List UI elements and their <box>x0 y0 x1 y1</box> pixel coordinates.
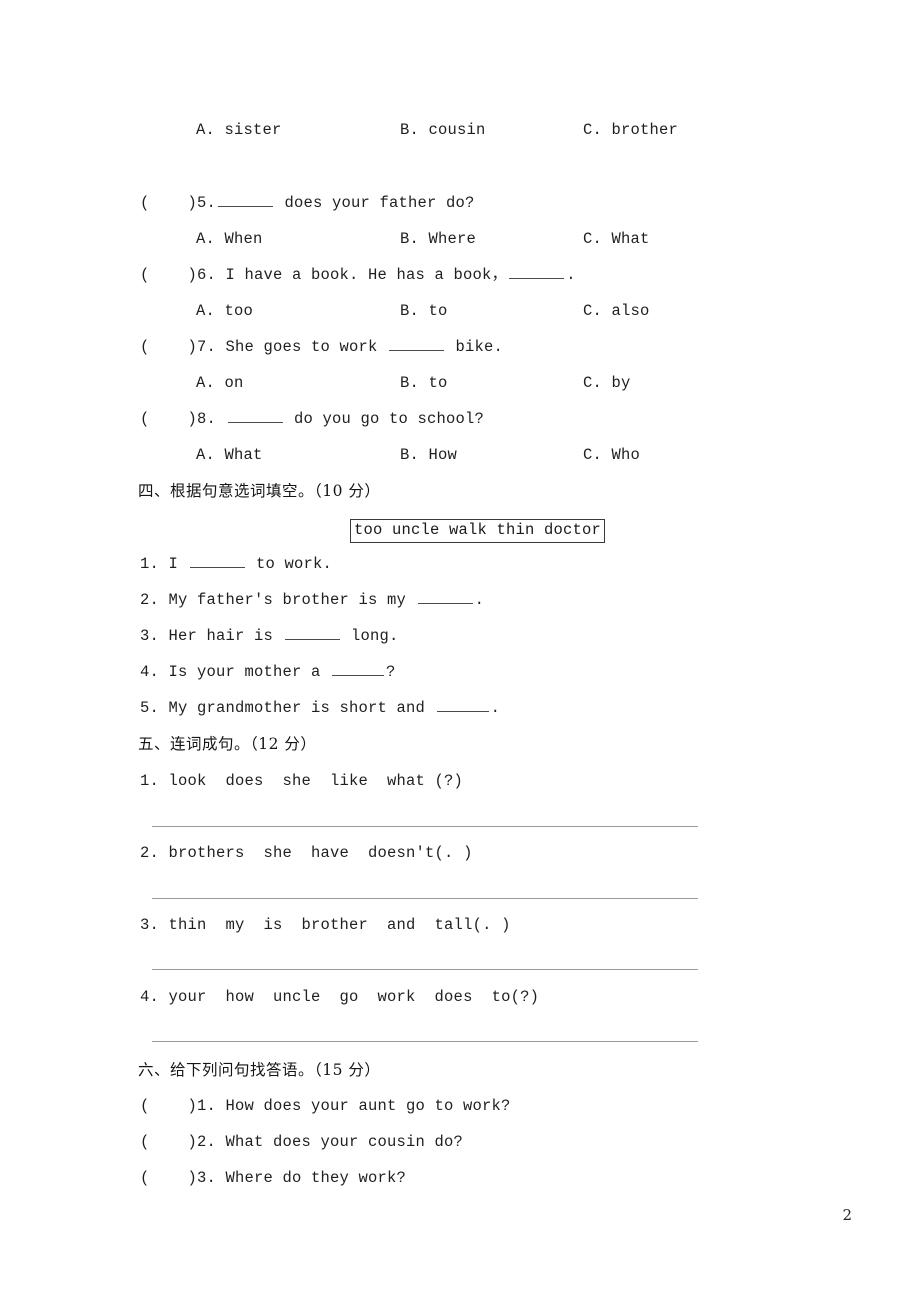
section-five-answer-line-3[interactable] <box>152 969 698 970</box>
item-text: thin my is brother and tall(. ) <box>159 916 511 934</box>
section-six-item-3: ( )3. Where do they work? <box>140 1168 406 1188</box>
question-8-option-c[interactable]: C. Who <box>583 445 640 465</box>
question-7-option-c[interactable]: C. by <box>583 373 631 393</box>
section-four-heading: 四、根据句意选词填空。（10 分） <box>138 482 381 500</box>
exam-page: A. sister B. cousin C. brother ( )5. doe… <box>0 0 920 1302</box>
section-five-item-1: 1. look does she like what (?) <box>140 771 463 791</box>
item-text-after: long. <box>341 627 399 645</box>
question-6-stem-before: I have a book. He has a book， <box>216 266 508 284</box>
question-6-marker: ( )6. <box>140 266 217 284</box>
question-5-option-a[interactable]: A. When <box>196 229 263 249</box>
item-text: your how uncle go work does to(?) <box>159 988 540 1006</box>
item-text: How does your aunt go to work? <box>216 1097 511 1115</box>
question-7-marker: ( )7. <box>140 338 217 356</box>
item-number: 5. <box>140 699 160 717</box>
question-8-stem-after: do you go to school? <box>284 410 485 428</box>
question-8-stem-before <box>216 410 226 428</box>
section-four-item-5: 5. My grandmother is short and . <box>140 698 500 718</box>
item-text-before: I <box>159 555 188 573</box>
option-c-carryover: C. brother <box>583 121 679 139</box>
question-5-blank[interactable] <box>218 193 274 207</box>
section-five-heading: 五、连词成句。（12 分） <box>138 735 317 753</box>
item-marker: ( )2. <box>140 1133 217 1151</box>
section-four-item-2: 2. My father's brother is my . <box>140 590 484 610</box>
question-5-option-b[interactable]: B. Where <box>400 229 476 249</box>
item-number: 1. <box>140 555 160 573</box>
section-five-item-2: 2. brothers she have doesn't(. ) <box>140 843 473 863</box>
question-7-stem-after: bike. <box>446 338 504 356</box>
option-a-carryover: A. sister <box>196 121 282 139</box>
item-text-before: Her hair is <box>159 627 283 645</box>
question-6-stem-after: . <box>566 266 576 284</box>
section-four-item-3: 3. Her hair is long. <box>140 626 399 646</box>
item-number: 2. <box>140 591 160 609</box>
section-five-answer-line-4[interactable] <box>152 1041 698 1042</box>
section-four-blank-4[interactable] <box>332 662 385 676</box>
item-number: 4. <box>140 988 160 1006</box>
item-number: 4. <box>140 663 160 681</box>
section-six-heading: 六、给下列问句找答语。（15 分） <box>138 1061 381 1079</box>
section-six-item-2: ( )2. What does your cousin do? <box>140 1132 463 1152</box>
item-number: 2. <box>140 844 160 862</box>
section-six-item-1: ( )1. How does your aunt go to work? <box>140 1096 511 1116</box>
section-four-blank-1[interactable] <box>189 554 245 568</box>
question-8-blank[interactable] <box>227 409 283 423</box>
item-text-before: My grandmother is short and <box>159 699 435 717</box>
question-5: ( )5. does your father do? <box>140 193 475 213</box>
question-7-stem-before: She goes to work <box>216 338 388 356</box>
item-text: look does she like what (?) <box>159 772 464 790</box>
question-7-option-b[interactable]: B. to <box>400 373 448 393</box>
item-text-before: Is your mother a <box>159 663 331 681</box>
question-6-option-c[interactable]: C. also <box>583 301 650 321</box>
section-five-answer-line-1[interactable] <box>152 826 698 827</box>
section-five-answer-line-2[interactable] <box>152 898 698 899</box>
section-four-item-4: 4. Is your mother a ? <box>140 662 396 682</box>
word-bank-box: too uncle walk thin doctor <box>350 519 606 543</box>
item-text-after: . <box>490 699 501 717</box>
question-5-option-c[interactable]: C. What <box>583 229 650 249</box>
section-four-item-1: 1. I to work. <box>140 554 332 574</box>
item-number: 1. <box>140 772 160 790</box>
section-four-blank-5[interactable] <box>436 698 489 712</box>
option-b-carryover: B. cousin <box>400 121 486 139</box>
item-marker: ( )1. <box>140 1097 217 1115</box>
page-number: 2 <box>842 1206 852 1224</box>
item-text: What does your cousin do? <box>216 1133 464 1151</box>
item-number: 3. <box>140 627 160 645</box>
question-6-blank[interactable] <box>509 265 565 279</box>
question-8-option-b[interactable]: B. How <box>400 445 457 465</box>
question-7-option-a[interactable]: A. on <box>196 373 244 393</box>
question-5-stem-after: does your father do? <box>275 194 475 212</box>
section-five-item-3: 3. thin my is brother and tall(. ) <box>140 915 511 935</box>
question-5-marker: ( )5. <box>140 194 217 212</box>
item-number: 3. <box>140 916 160 934</box>
item-text-after: ? <box>386 663 396 681</box>
item-text-after: . <box>474 591 485 609</box>
question-8-marker: ( )8. <box>140 410 217 428</box>
item-marker: ( )3. <box>140 1169 217 1187</box>
section-four-blank-3[interactable] <box>284 626 340 640</box>
item-text: brothers she have doesn't(. ) <box>159 844 473 862</box>
item-text: Where do they work? <box>216 1169 407 1187</box>
section-five-item-4: 4. your how uncle go work does to(?) <box>140 987 539 1007</box>
question-7: ( )7. She goes to work bike. <box>140 337 503 357</box>
section-four-blank-2[interactable] <box>417 590 473 604</box>
question-6-option-b[interactable]: B. to <box>400 301 448 321</box>
question-8-option-a[interactable]: A. What <box>196 445 263 465</box>
question-8: ( )8. do you go to school? <box>140 409 484 429</box>
question-6-option-a[interactable]: A. too <box>196 301 253 321</box>
item-text-before: My father's brother is my <box>159 591 416 609</box>
item-text-after: to work. <box>246 555 333 573</box>
question-7-blank[interactable] <box>389 337 445 351</box>
question-6: ( )6. I have a book. He has a book，. <box>140 265 576 285</box>
